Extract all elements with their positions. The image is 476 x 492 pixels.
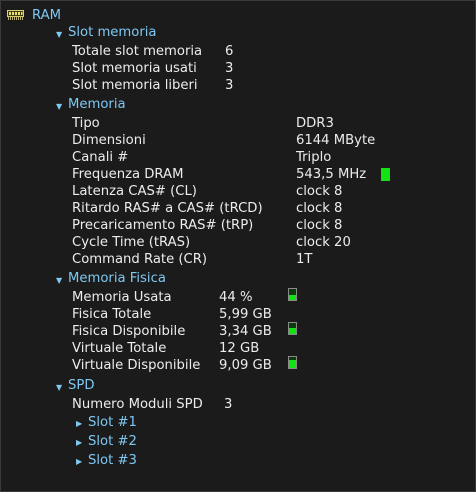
row-label: Command Rate (CR)	[72, 252, 208, 267]
row-value: 3	[224, 397, 233, 412]
row-value: clock 20	[296, 235, 351, 250]
row-label: Virtuale Disponibile	[72, 358, 201, 373]
row-label: Dimensioni	[72, 133, 146, 148]
row-label: Slot memoria liberi	[72, 78, 198, 93]
row-label: Numero Moduli SPD	[72, 397, 203, 412]
row-label: Fisica Disponibile	[72, 324, 186, 339]
ram-chip-icon	[7, 10, 24, 20]
row-label: Virtuale Totale	[72, 341, 167, 356]
spd-header[interactable]: SPD	[68, 377, 94, 394]
row-value: 6144 MByte	[296, 133, 376, 148]
spd-slot-3[interactable]: Slot #3	[88, 452, 137, 469]
memoria-expand-icon[interactable]: ▼	[56, 98, 62, 115]
row-label: Cycle Time (tRAS)	[72, 235, 191, 250]
row-value: clock 8	[296, 218, 343, 233]
row-value: 9,09 GB	[219, 358, 272, 373]
spd-expand-icon[interactable]: ▼	[56, 379, 62, 396]
row-label: Precaricamento RAS# (tRP)	[72, 218, 254, 233]
row-label: Latenza CAS# (CL)	[72, 184, 197, 199]
row-value: 6	[225, 44, 234, 59]
row-value: 44 %	[219, 290, 253, 305]
row-value: DDR3	[296, 116, 334, 131]
row-value: clock 8	[296, 201, 343, 216]
physical-available-gauge	[288, 322, 297, 335]
row-label: Canali #	[72, 150, 129, 165]
row-label: Tipo	[72, 116, 100, 131]
slot-memoria-header[interactable]: Slot memoria	[68, 24, 157, 41]
row-label: Totale slot memoria	[72, 44, 203, 59]
memoria-fisica-expand-icon[interactable]: ▼	[56, 272, 62, 289]
frequency-indicator-icon	[381, 168, 390, 181]
row-label: Memoria Usata	[72, 290, 172, 305]
slot-memoria-expand-icon[interactable]: ▼	[56, 26, 62, 43]
memory-used-gauge	[288, 288, 297, 301]
spd-slot-2[interactable]: Slot #2	[88, 433, 137, 450]
row-value: 3	[225, 78, 234, 93]
row-value: 543,5 MHz	[296, 167, 367, 182]
row-label: Fisica Totale	[72, 307, 152, 322]
ram-node-label[interactable]: RAM	[32, 7, 61, 24]
memoria-fisica-header[interactable]: Memoria Fisica	[68, 270, 166, 287]
triangle-right-icon[interactable]: ▶	[76, 453, 82, 470]
row-value: 12 GB	[219, 341, 260, 356]
row-label: Frequenza DRAM	[72, 167, 184, 182]
row-value: 1T	[296, 252, 313, 267]
row-value: 3	[225, 61, 234, 76]
row-value: 5,99 GB	[219, 307, 272, 322]
triangle-right-icon[interactable]: ▶	[76, 434, 82, 451]
spd-slot-1[interactable]: Slot #1	[88, 414, 137, 431]
row-value: Triplo	[296, 150, 332, 165]
row-label: Ritardo RAS# a CAS# (tRCD)	[72, 201, 263, 216]
virtual-available-gauge	[288, 356, 297, 369]
memoria-header[interactable]: Memoria	[68, 96, 126, 113]
row-value: clock 8	[296, 184, 343, 199]
row-label: Slot memoria usati	[72, 61, 197, 76]
triangle-right-icon[interactable]: ▶	[76, 415, 82, 432]
row-value: 3,34 GB	[219, 324, 272, 339]
